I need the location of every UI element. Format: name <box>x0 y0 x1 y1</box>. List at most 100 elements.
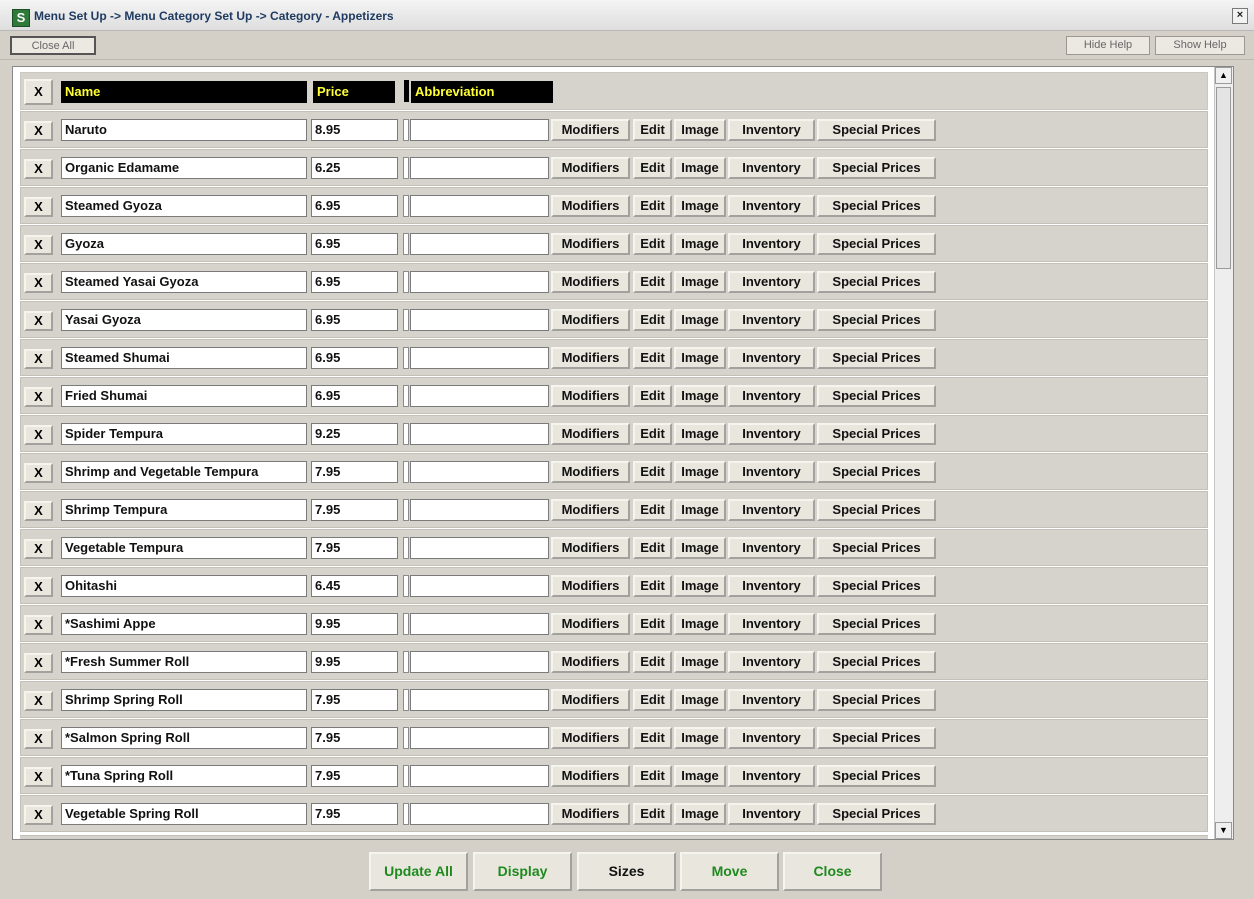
delete-row-button[interactable]: X <box>24 539 53 559</box>
special-prices-button[interactable]: Special Prices <box>817 727 936 749</box>
item-price-input[interactable]: 9.95 <box>311 613 398 635</box>
image-button[interactable]: Image <box>674 499 726 521</box>
delete-row-button[interactable]: X <box>24 767 53 787</box>
item-price-input[interactable]: 6.95 <box>311 309 398 331</box>
delete-row-button[interactable]: X <box>24 729 53 749</box>
item-price-input[interactable]: 7.95 <box>311 765 398 787</box>
image-button[interactable]: Image <box>674 575 726 597</box>
edit-button[interactable]: Edit <box>633 575 672 597</box>
inventory-button[interactable]: Inventory <box>728 765 815 787</box>
item-name-input[interactable]: Gyoza <box>61 233 307 255</box>
edit-button[interactable]: Edit <box>633 385 672 407</box>
delete-row-button[interactable]: X <box>24 121 53 141</box>
modifiers-button[interactable]: Modifiers <box>551 271 630 293</box>
special-prices-button[interactable]: Special Prices <box>817 423 936 445</box>
item-abbreviation-input[interactable] <box>410 385 549 407</box>
item-price-input[interactable]: 9.25 <box>311 423 398 445</box>
modifiers-button[interactable]: Modifiers <box>551 423 630 445</box>
item-name-input[interactable]: Steamed Shumai <box>61 347 307 369</box>
hide-help-button[interactable]: Hide Help <box>1066 36 1150 55</box>
close-all-button[interactable]: Close All <box>10 36 96 55</box>
special-prices-button[interactable]: Special Prices <box>817 765 936 787</box>
delete-row-button[interactable]: X <box>24 387 53 407</box>
item-price-input[interactable]: 7.95 <box>311 499 398 521</box>
item-abbreviation-input[interactable] <box>410 119 549 141</box>
delete-row-button[interactable]: X <box>24 615 53 635</box>
inventory-button[interactable]: Inventory <box>728 461 815 483</box>
inventory-button[interactable]: Inventory <box>728 309 815 331</box>
edit-button[interactable]: Edit <box>633 157 672 179</box>
special-prices-button[interactable]: Special Prices <box>817 537 936 559</box>
delete-row-button[interactable]: X <box>24 463 53 483</box>
item-abbreviation-input[interactable] <box>410 233 549 255</box>
sizes-button[interactable]: Sizes <box>577 852 676 891</box>
item-abbreviation-input[interactable] <box>410 651 549 673</box>
special-prices-button[interactable]: Special Prices <box>817 195 936 217</box>
modifiers-button[interactable]: Modifiers <box>551 195 630 217</box>
item-price-input[interactable]: 6.25 <box>311 157 398 179</box>
scroll-thumb[interactable] <box>1216 87 1231 269</box>
delete-row-button[interactable]: X <box>24 425 53 445</box>
inventory-button[interactable]: Inventory <box>728 423 815 445</box>
item-abbreviation-input[interactable] <box>410 575 549 597</box>
special-prices-button[interactable]: Special Prices <box>817 461 936 483</box>
item-price-input[interactable]: 7.95 <box>311 803 398 825</box>
image-button[interactable]: Image <box>674 461 726 483</box>
delete-row-button[interactable]: X <box>24 577 53 597</box>
item-price-input[interactable]: 6.95 <box>311 347 398 369</box>
modifiers-button[interactable]: Modifiers <box>551 347 630 369</box>
modifiers-button[interactable]: Modifiers <box>551 309 630 331</box>
item-name-input[interactable]: Shrimp Spring Roll <box>61 689 307 711</box>
edit-button[interactable]: Edit <box>633 119 672 141</box>
special-prices-button[interactable]: Special Prices <box>817 803 936 825</box>
special-prices-button[interactable]: Special Prices <box>817 233 936 255</box>
image-button[interactable]: Image <box>674 195 726 217</box>
item-abbreviation-input[interactable] <box>410 765 549 787</box>
inventory-button[interactable]: Inventory <box>728 271 815 293</box>
modifiers-button[interactable]: Modifiers <box>551 651 630 673</box>
item-abbreviation-input[interactable] <box>410 423 549 445</box>
item-name-input[interactable]: Spider Tempura <box>61 423 307 445</box>
item-name-input[interactable]: *Fresh Summer Roll <box>61 651 307 673</box>
special-prices-button[interactable]: Special Prices <box>817 385 936 407</box>
item-abbreviation-input[interactable] <box>410 309 549 331</box>
edit-button[interactable]: Edit <box>633 423 672 445</box>
inventory-button[interactable]: Inventory <box>728 727 815 749</box>
update-all-button[interactable]: Update All <box>369 852 468 891</box>
edit-button[interactable]: Edit <box>633 309 672 331</box>
item-abbreviation-input[interactable] <box>410 195 549 217</box>
item-name-input[interactable]: Naruto <box>61 119 307 141</box>
delete-row-button[interactable]: X <box>24 805 53 825</box>
inventory-button[interactable]: Inventory <box>728 233 815 255</box>
image-button[interactable]: Image <box>674 689 726 711</box>
image-button[interactable]: Image <box>674 803 726 825</box>
inventory-button[interactable]: Inventory <box>728 119 815 141</box>
item-abbreviation-input[interactable] <box>410 461 549 483</box>
special-prices-button[interactable]: Special Prices <box>817 309 936 331</box>
modifiers-button[interactable]: Modifiers <box>551 689 630 711</box>
edit-button[interactable]: Edit <box>633 233 672 255</box>
item-price-input[interactable]: 6.45 <box>311 575 398 597</box>
image-button[interactable]: Image <box>674 727 726 749</box>
delete-row-button[interactable]: X <box>24 273 53 293</box>
window-close-button[interactable]: × <box>1232 8 1248 24</box>
modifiers-button[interactable]: Modifiers <box>551 537 630 559</box>
item-name-input[interactable]: Organic Edamame <box>61 157 307 179</box>
inventory-button[interactable]: Inventory <box>728 613 815 635</box>
item-name-input[interactable]: Ohitashi <box>61 575 307 597</box>
edit-button[interactable]: Edit <box>633 499 672 521</box>
image-button[interactable]: Image <box>674 651 726 673</box>
delete-row-button[interactable]: X <box>24 235 53 255</box>
inventory-button[interactable]: Inventory <box>728 689 815 711</box>
edit-button[interactable]: Edit <box>633 689 672 711</box>
inventory-button[interactable]: Inventory <box>728 803 815 825</box>
modifiers-button[interactable]: Modifiers <box>551 613 630 635</box>
image-button[interactable]: Image <box>674 271 726 293</box>
edit-button[interactable]: Edit <box>633 613 672 635</box>
item-abbreviation-input[interactable] <box>410 157 549 179</box>
image-button[interactable]: Image <box>674 423 726 445</box>
close-button[interactable]: Close <box>783 852 882 891</box>
inventory-button[interactable]: Inventory <box>728 195 815 217</box>
modifiers-button[interactable]: Modifiers <box>551 575 630 597</box>
image-button[interactable]: Image <box>674 119 726 141</box>
